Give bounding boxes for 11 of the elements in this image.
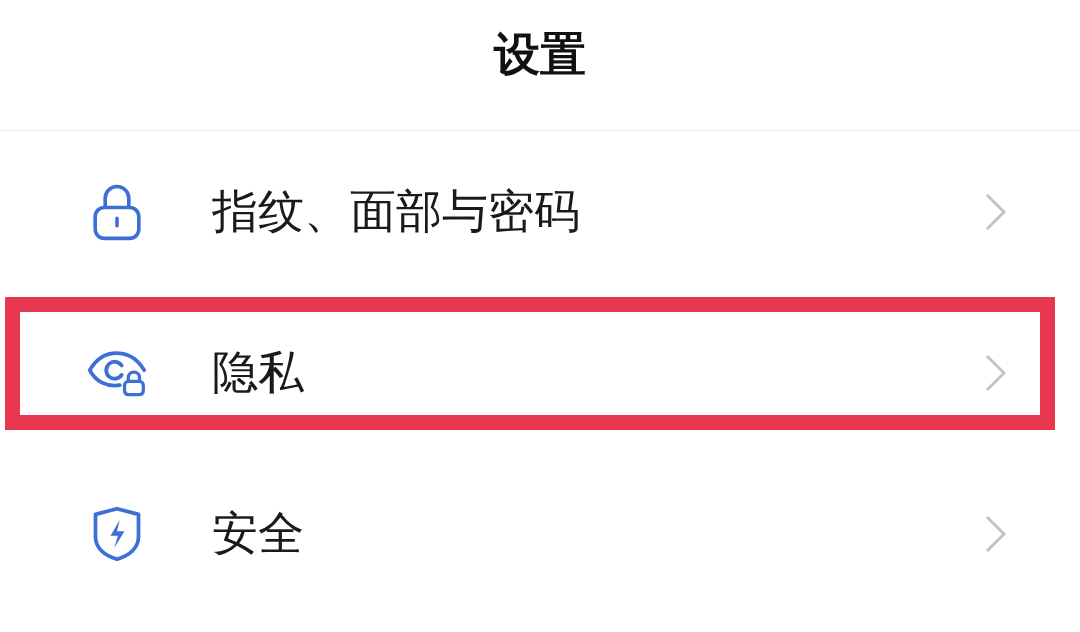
page-title: 设置 [494, 26, 586, 83]
item-label: 隐私 [212, 343, 305, 401]
settings-item[interactable]: 隐私 [0, 292, 1080, 453]
chevron-right-icon [984, 191, 1008, 232]
chevron-right-icon [984, 513, 1008, 554]
chevron-right-icon [984, 352, 1008, 393]
settings-item[interactable]: 指纹、面部与密码 [0, 131, 1080, 292]
item-label: 指纹、面部与密码 [212, 182, 581, 240]
settings-item[interactable]: 安全 [0, 453, 1080, 614]
eye-lock-icon [86, 348, 148, 397]
item-label: 安全 [212, 504, 305, 562]
